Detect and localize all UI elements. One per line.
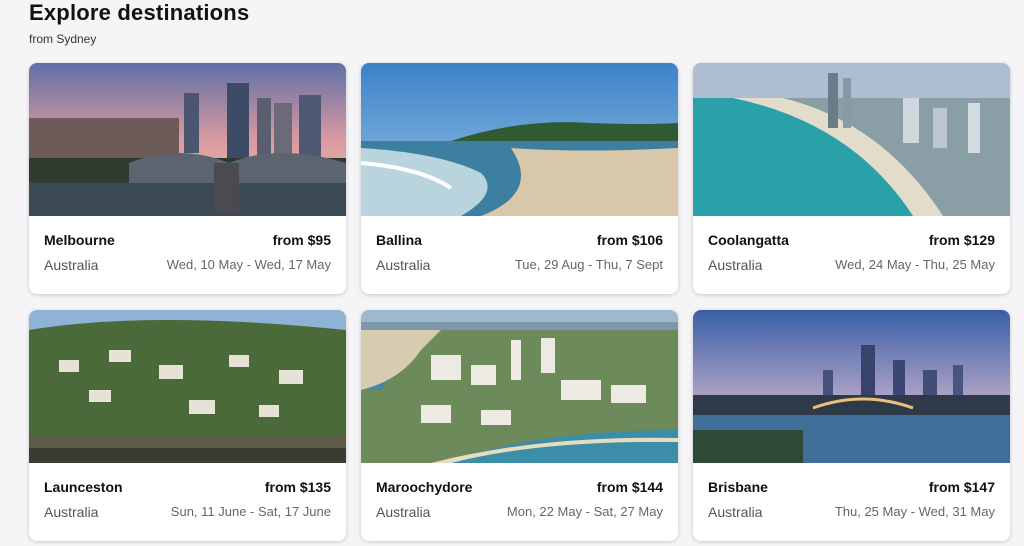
card-price: from $129 [928,232,995,248]
card-dates: Mon, 22 May - Sat, 27 May [506,504,663,519]
destinations-grid: Melbourne from $95 Australia Wed, 10 May… [29,63,1010,541]
destination-card-coolangatta[interactable]: Coolangatta from $129 Australia Wed, 24 … [693,63,1010,294]
page-title: Explore destinations [29,0,250,25]
card-country: Australia [708,504,763,520]
card-city: Melbourne [44,232,115,248]
destination-card-launceston[interactable]: Launceston from $135 Australia Sun, 11 J… [29,310,346,541]
card-city: Maroochydore [376,479,473,495]
maroochydore-image [361,310,678,463]
launceston-image [29,310,346,463]
card-price: from $147 [928,479,995,495]
card-dates: Tue, 29 Aug - Thu, 7 Sept [514,257,663,272]
page-header: Explore destinations from Sydney [29,0,249,46]
card-country: Australia [376,504,431,520]
card-country: Australia [376,257,431,273]
card-city: Brisbane [708,479,768,495]
destination-card-ballina[interactable]: Ballina from $106 Australia Tue, 29 Aug … [361,63,678,294]
destination-card-melbourne[interactable]: Melbourne from $95 Australia Wed, 10 May… [29,63,346,294]
card-dates: Wed, 10 May - Wed, 17 May [166,257,331,272]
destination-card-maroochydore[interactable]: Maroochydore from $144 Australia Mon, 22… [361,310,678,541]
card-country: Australia [44,257,99,273]
card-dates: Thu, 25 May - Wed, 31 May [834,504,995,519]
card-price: from $135 [264,479,331,495]
card-dates: Sun, 11 June - Sat, 17 June [170,504,331,519]
card-city: Launceston [44,479,123,495]
ballina-image [361,63,678,216]
card-city: Ballina [376,232,422,248]
card-price: from $144 [596,479,663,495]
card-price: from $106 [596,232,663,248]
card-price: from $95 [272,232,331,248]
destination-card-brisbane[interactable]: Brisbane from $147 Australia Thu, 25 May… [693,310,1010,541]
brisbane-image [693,310,1010,463]
coolangatta-image [693,63,1010,216]
page-subtitle: from Sydney [29,32,97,46]
melbourne-image [29,63,346,216]
card-city: Coolangatta [708,232,789,248]
card-country: Australia [708,257,763,273]
card-dates: Wed, 24 May - Thu, 25 May [835,257,995,272]
card-country: Australia [44,504,99,520]
